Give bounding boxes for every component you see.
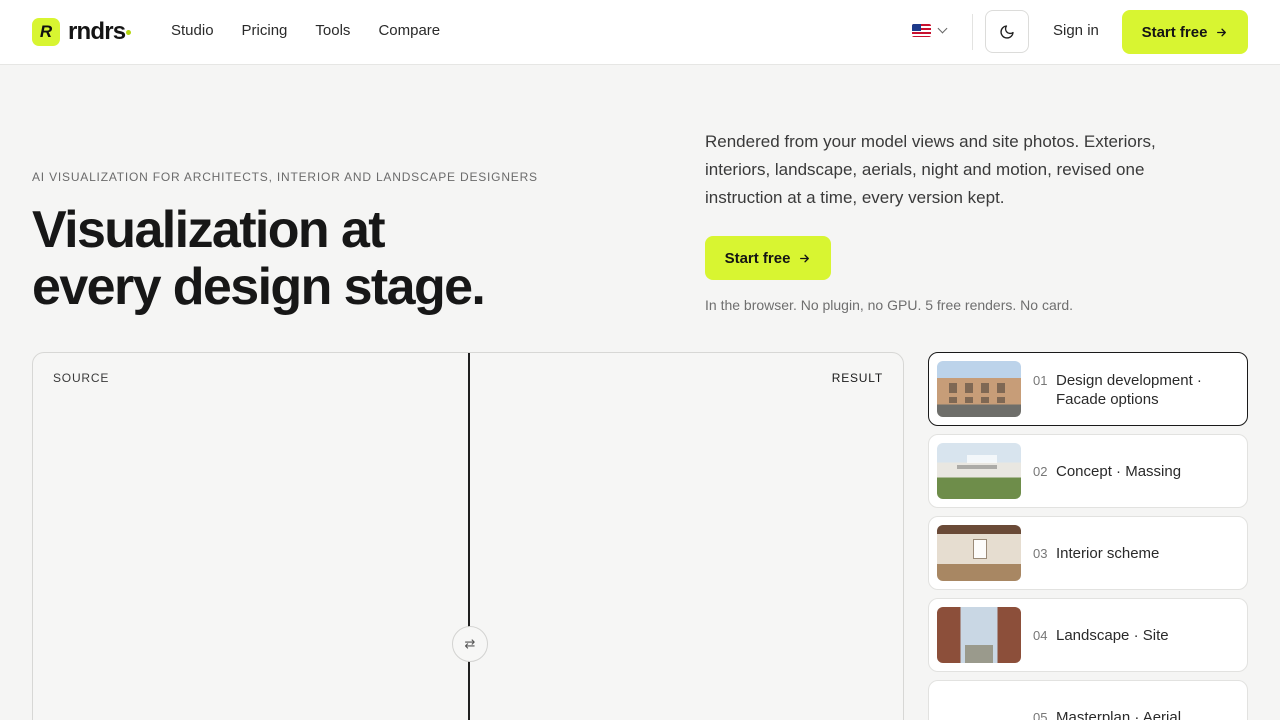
stage-card-massing[interactable]: 02 Concept · Massing <box>928 434 1248 508</box>
stage-title: Interior scheme <box>1056 545 1160 562</box>
start-free-button-header[interactable]: Start free <box>1122 10 1248 54</box>
stage-card-landscape[interactable]: 04 Landscape · Site <box>928 598 1248 672</box>
stage-number: 03 <box>1033 546 1048 561</box>
stage-number: 04 <box>1033 628 1048 643</box>
stage-card-facade-options[interactable]: 01 Design development · Facade options <box>928 352 1248 426</box>
nav-tools[interactable]: Tools <box>315 22 350 39</box>
start-free-label: Start free <box>724 249 791 267</box>
stage-title: Design development · Facade options <box>1056 372 1202 408</box>
stage-number: 01 <box>1033 373 1048 388</box>
headline-line-1: Visualization at <box>32 201 386 259</box>
logo[interactable]: R rndrs <box>32 17 132 47</box>
moon-icon <box>1000 24 1014 39</box>
stage-title: Landscape · Site <box>1056 627 1169 644</box>
nav-pricing[interactable]: Pricing <box>242 22 288 39</box>
hero-fine-print: In the browser. No plugin, no GPU. 5 fre… <box>705 297 1074 313</box>
stage-title: Masterplan · Aerial <box>1056 709 1182 720</box>
site-header: R rndrs Studio Pricing Tools Compare Sig… <box>0 0 1280 65</box>
stage-thumbnail <box>937 525 1021 581</box>
stage-thumbnail <box>937 443 1021 499</box>
result-label: RESULT <box>831 371 883 385</box>
language-selector[interactable] <box>912 23 948 37</box>
logo-text: rndrs <box>68 18 126 45</box>
chevron-down-icon <box>937 23 948 34</box>
swap-handle[interactable]: ⇄ <box>452 626 488 662</box>
hero-eyebrow: AI VISUALIZATION FOR ARCHITECTS, INTERIO… <box>32 170 538 184</box>
logo-mark: R <box>32 18 60 46</box>
headline-line-2: every design stage. <box>32 258 486 316</box>
logo-dot <box>126 29 132 35</box>
before-after-compare[interactable]: SOURCE RESULT ⇄ <box>32 352 904 720</box>
theme-toggle-button[interactable] <box>985 10 1029 53</box>
start-free-label: Start free <box>1141 23 1208 41</box>
split-divider[interactable] <box>468 353 470 720</box>
stage-thumbnail <box>937 361 1021 417</box>
stage-number: 05 <box>1033 710 1048 720</box>
main-nav: Studio Pricing Tools Compare <box>171 22 440 39</box>
stage-number: 02 <box>1033 464 1048 479</box>
arrow-right-icon <box>1217 28 1227 36</box>
nav-studio[interactable]: Studio <box>171 22 214 39</box>
source-label: SOURCE <box>53 371 110 385</box>
hero-description: Rendered from your model views and site … <box>705 132 1156 207</box>
sign-in-link[interactable]: Sign in <box>1053 22 1099 39</box>
header-divider <box>972 14 973 50</box>
stage-title: Concept · Massing <box>1056 463 1182 480</box>
stage-thumbnail <box>937 607 1021 663</box>
us-flag-icon <box>912 24 931 37</box>
stage-card-interior[interactable]: 03 Interior scheme <box>928 516 1248 590</box>
stage-card-masterplan[interactable]: 05 Masterplan · Aerial <box>928 680 1248 720</box>
nav-compare[interactable]: Compare <box>378 22 440 39</box>
start-free-button-hero[interactable]: Start free <box>705 236 831 280</box>
hero-headline: Visualization at every design stage. <box>32 202 652 316</box>
swap-arrows-icon: ⇄ <box>464 636 476 651</box>
arrow-right-icon <box>800 254 810 262</box>
